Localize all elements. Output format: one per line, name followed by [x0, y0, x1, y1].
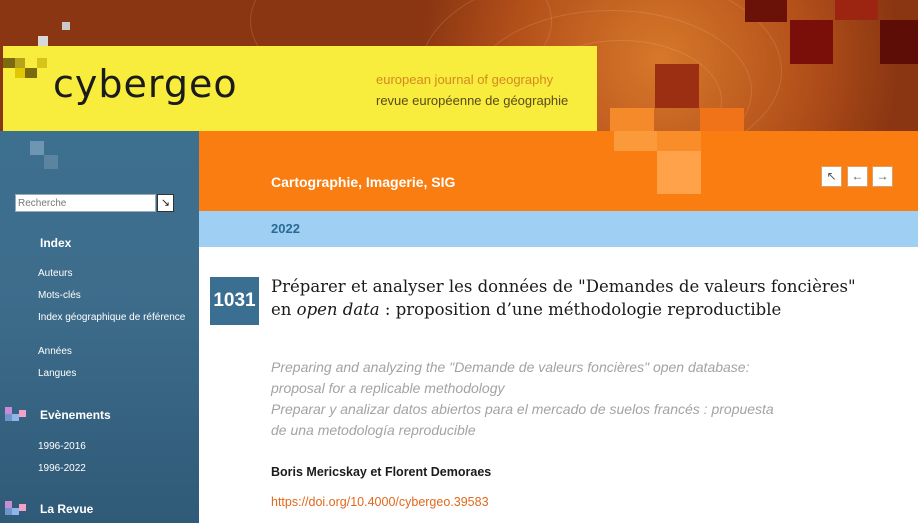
logo-pixel	[25, 68, 37, 78]
sidebar-item-mots-cles[interactable]: Mots-clés	[38, 290, 188, 302]
section-band: Cartographie, Imagerie, SIG ↖ ← →	[199, 131, 918, 211]
logo-pixel	[3, 58, 15, 68]
site-logo[interactable]: cybergeo	[53, 62, 238, 106]
decor-square	[30, 141, 44, 155]
arrow-up-left-icon: ↖	[826, 169, 837, 183]
sidebar-item-auteurs[interactable]: Auteurs	[38, 268, 188, 280]
logo-pixel	[38, 36, 48, 46]
search-input[interactable]	[15, 194, 156, 212]
sidebar: ↘ Index Auteurs Mots-clés Index géograph…	[0, 131, 199, 523]
year-link[interactable]: 2022	[271, 221, 300, 236]
decor-square	[790, 20, 833, 64]
arrow-right-icon: →	[876, 169, 889, 183]
sidebar-item-1996-2016[interactable]: 1996-2016	[38, 441, 188, 453]
doi-link[interactable]: https://doi.org/10.4000/cybergeo.39583	[271, 495, 489, 509]
sidebar-heading-evenements[interactable]: Evènements	[40, 408, 111, 422]
logo-pixel	[62, 22, 70, 30]
pixel-icon	[5, 501, 26, 515]
article-authors[interactable]: Boris Mericskay et Florent Demoraes	[271, 465, 491, 479]
subtitle-english-line2: proposal for a replicable methodology	[271, 380, 505, 396]
decor-square	[880, 20, 918, 64]
site-header: cybergeo european journal of geography r…	[0, 0, 918, 131]
logo-banner: cybergeo european journal of geography r…	[3, 46, 597, 131]
subtitle-spanish-line1: Preparar y analizar datos abiertos para …	[271, 401, 774, 417]
decor-square	[657, 151, 701, 194]
subtitle-spanish-line2: de una metodología reproducible	[271, 422, 476, 438]
logo-pixel	[37, 58, 47, 68]
sidebar-item-index-geographique[interactable]: Index géographique de référence	[38, 312, 188, 324]
logo-pixel	[15, 58, 25, 68]
pixel-icon	[5, 407, 26, 421]
year-band: 2022	[199, 211, 918, 247]
arrow-down-right-icon: ↘	[160, 197, 171, 209]
decor-square	[655, 64, 699, 108]
sidebar-item-annees[interactable]: Années	[38, 346, 188, 358]
logo-pixel	[15, 68, 25, 78]
tagline-english: european journal of geography	[376, 72, 554, 87]
decor-square	[44, 155, 58, 169]
subtitle-english-line1: Preparing and analyzing the "Demande de …	[271, 359, 750, 375]
sidebar-item-1996-2022[interactable]: 1996-2022	[38, 463, 188, 475]
decor-square	[610, 108, 654, 131]
article-title-part2: : proposition d’une méthodologie reprodu…	[379, 300, 782, 319]
article-number-badge: 1031	[210, 277, 259, 325]
sidebar-item-langues[interactable]: Langues	[38, 368, 188, 380]
article-title: Préparer et analyser les données de "Dem…	[271, 275, 861, 321]
decor-square	[700, 108, 744, 131]
decor-square	[614, 131, 657, 151]
article-title-italic: open data	[296, 300, 380, 319]
sidebar-heading-la-revue[interactable]: La Revue	[40, 502, 93, 516]
nav-previous-button[interactable]: ←	[847, 166, 868, 187]
decor-square	[657, 131, 701, 151]
sidebar-heading-index[interactable]: Index	[40, 236, 71, 250]
tagline-french: revue européenne de géographie	[376, 93, 569, 108]
nav-up-button[interactable]: ↖	[821, 166, 842, 187]
nav-next-button[interactable]: →	[872, 166, 893, 187]
section-title[interactable]: Cartographie, Imagerie, SIG	[271, 174, 455, 190]
search-button[interactable]: ↘	[157, 194, 174, 212]
arrow-left-icon: ←	[851, 169, 864, 183]
decor-square	[745, 0, 787, 22]
decor-square	[835, 0, 878, 20]
